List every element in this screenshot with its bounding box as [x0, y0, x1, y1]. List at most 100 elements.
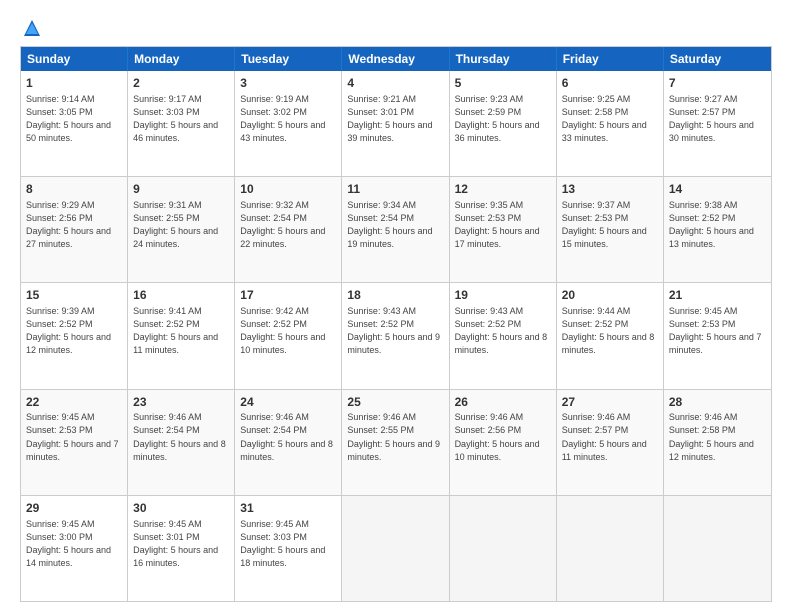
cell-info: Sunrise: 9:32 AM Sunset: 2:54 PM Dayligh… — [240, 199, 336, 251]
calendar-header: SundayMondayTuesdayWednesdayThursdayFrid… — [21, 47, 771, 71]
cell-info: Sunrise: 9:45 AM Sunset: 3:01 PM Dayligh… — [133, 518, 229, 570]
cell-info: Sunrise: 9:46 AM Sunset: 2:54 PM Dayligh… — [133, 411, 229, 463]
cell-info: Sunrise: 9:41 AM Sunset: 2:52 PM Dayligh… — [133, 305, 229, 357]
calendar-cell: 21Sunrise: 9:45 AM Sunset: 2:53 PM Dayli… — [664, 283, 771, 388]
day-number: 7 — [669, 75, 766, 92]
day-number: 12 — [455, 181, 551, 198]
day-number: 30 — [133, 500, 229, 517]
cell-info: Sunrise: 9:17 AM Sunset: 3:03 PM Dayligh… — [133, 93, 229, 145]
day-number: 26 — [455, 394, 551, 411]
day-number: 29 — [26, 500, 122, 517]
calendar-cell: 27Sunrise: 9:46 AM Sunset: 2:57 PM Dayli… — [557, 390, 664, 495]
calendar-cell: 22Sunrise: 9:45 AM Sunset: 2:53 PM Dayli… — [21, 390, 128, 495]
weekday-header-saturday: Saturday — [664, 47, 771, 71]
day-number: 6 — [562, 75, 658, 92]
day-number: 16 — [133, 287, 229, 304]
weekday-header-wednesday: Wednesday — [342, 47, 449, 71]
day-number: 4 — [347, 75, 443, 92]
day-number: 20 — [562, 287, 658, 304]
cell-info: Sunrise: 9:46 AM Sunset: 2:55 PM Dayligh… — [347, 411, 443, 463]
calendar-cell — [664, 496, 771, 601]
calendar-cell — [342, 496, 449, 601]
cell-info: Sunrise: 9:29 AM Sunset: 2:56 PM Dayligh… — [26, 199, 122, 251]
cell-info: Sunrise: 9:43 AM Sunset: 2:52 PM Dayligh… — [347, 305, 443, 357]
cell-info: Sunrise: 9:14 AM Sunset: 3:05 PM Dayligh… — [26, 93, 122, 145]
calendar-cell: 6Sunrise: 9:25 AM Sunset: 2:58 PM Daylig… — [557, 71, 664, 176]
cell-info: Sunrise: 9:46 AM Sunset: 2:58 PM Dayligh… — [669, 411, 766, 463]
day-number: 22 — [26, 394, 122, 411]
day-number: 25 — [347, 394, 443, 411]
cell-info: Sunrise: 9:43 AM Sunset: 2:52 PM Dayligh… — [455, 305, 551, 357]
day-number: 21 — [669, 287, 766, 304]
calendar-cell: 1Sunrise: 9:14 AM Sunset: 3:05 PM Daylig… — [21, 71, 128, 176]
cell-info: Sunrise: 9:34 AM Sunset: 2:54 PM Dayligh… — [347, 199, 443, 251]
cell-info: Sunrise: 9:27 AM Sunset: 2:57 PM Dayligh… — [669, 93, 766, 145]
day-number: 23 — [133, 394, 229, 411]
page: SundayMondayTuesdayWednesdayThursdayFrid… — [0, 0, 792, 612]
calendar-cell: 23Sunrise: 9:46 AM Sunset: 2:54 PM Dayli… — [128, 390, 235, 495]
calendar-row: 22Sunrise: 9:45 AM Sunset: 2:53 PM Dayli… — [21, 390, 771, 496]
calendar-cell: 26Sunrise: 9:46 AM Sunset: 2:56 PM Dayli… — [450, 390, 557, 495]
calendar-cell: 13Sunrise: 9:37 AM Sunset: 2:53 PM Dayli… — [557, 177, 664, 282]
cell-info: Sunrise: 9:44 AM Sunset: 2:52 PM Dayligh… — [562, 305, 658, 357]
cell-info: Sunrise: 9:39 AM Sunset: 2:52 PM Dayligh… — [26, 305, 122, 357]
cell-info: Sunrise: 9:46 AM Sunset: 2:54 PM Dayligh… — [240, 411, 336, 463]
cell-info: Sunrise: 9:35 AM Sunset: 2:53 PM Dayligh… — [455, 199, 551, 251]
cell-info: Sunrise: 9:23 AM Sunset: 2:59 PM Dayligh… — [455, 93, 551, 145]
day-number: 27 — [562, 394, 658, 411]
calendar-cell: 25Sunrise: 9:46 AM Sunset: 2:55 PM Dayli… — [342, 390, 449, 495]
calendar-cell: 2Sunrise: 9:17 AM Sunset: 3:03 PM Daylig… — [128, 71, 235, 176]
cell-info: Sunrise: 9:45 AM Sunset: 3:03 PM Dayligh… — [240, 518, 336, 570]
calendar-cell: 10Sunrise: 9:32 AM Sunset: 2:54 PM Dayli… — [235, 177, 342, 282]
calendar-body: 1Sunrise: 9:14 AM Sunset: 3:05 PM Daylig… — [21, 71, 771, 601]
calendar-cell: 7Sunrise: 9:27 AM Sunset: 2:57 PM Daylig… — [664, 71, 771, 176]
calendar-cell: 3Sunrise: 9:19 AM Sunset: 3:02 PM Daylig… — [235, 71, 342, 176]
calendar-row: 15Sunrise: 9:39 AM Sunset: 2:52 PM Dayli… — [21, 283, 771, 389]
calendar-cell: 31Sunrise: 9:45 AM Sunset: 3:03 PM Dayli… — [235, 496, 342, 601]
calendar-cell: 19Sunrise: 9:43 AM Sunset: 2:52 PM Dayli… — [450, 283, 557, 388]
day-number: 8 — [26, 181, 122, 198]
weekday-header-monday: Monday — [128, 47, 235, 71]
calendar-cell: 29Sunrise: 9:45 AM Sunset: 3:00 PM Dayli… — [21, 496, 128, 601]
weekday-header-friday: Friday — [557, 47, 664, 71]
calendar-cell: 17Sunrise: 9:42 AM Sunset: 2:52 PM Dayli… — [235, 283, 342, 388]
day-number: 31 — [240, 500, 336, 517]
cell-info: Sunrise: 9:45 AM Sunset: 2:53 PM Dayligh… — [669, 305, 766, 357]
day-number: 17 — [240, 287, 336, 304]
day-number: 11 — [347, 181, 443, 198]
cell-info: Sunrise: 9:31 AM Sunset: 2:55 PM Dayligh… — [133, 199, 229, 251]
calendar-cell: 14Sunrise: 9:38 AM Sunset: 2:52 PM Dayli… — [664, 177, 771, 282]
day-number: 5 — [455, 75, 551, 92]
cell-info: Sunrise: 9:19 AM Sunset: 3:02 PM Dayligh… — [240, 93, 336, 145]
cell-info: Sunrise: 9:37 AM Sunset: 2:53 PM Dayligh… — [562, 199, 658, 251]
day-number: 10 — [240, 181, 336, 198]
calendar-cell: 16Sunrise: 9:41 AM Sunset: 2:52 PM Dayli… — [128, 283, 235, 388]
calendar-cell: 20Sunrise: 9:44 AM Sunset: 2:52 PM Dayli… — [557, 283, 664, 388]
day-number: 28 — [669, 394, 766, 411]
day-number: 13 — [562, 181, 658, 198]
calendar-cell: 12Sunrise: 9:35 AM Sunset: 2:53 PM Dayli… — [450, 177, 557, 282]
day-number: 9 — [133, 181, 229, 198]
day-number: 14 — [669, 181, 766, 198]
cell-info: Sunrise: 9:38 AM Sunset: 2:52 PM Dayligh… — [669, 199, 766, 251]
cell-info: Sunrise: 9:42 AM Sunset: 2:52 PM Dayligh… — [240, 305, 336, 357]
day-number: 3 — [240, 75, 336, 92]
cell-info: Sunrise: 9:21 AM Sunset: 3:01 PM Dayligh… — [347, 93, 443, 145]
calendar-row: 1Sunrise: 9:14 AM Sunset: 3:05 PM Daylig… — [21, 71, 771, 177]
calendar-cell: 28Sunrise: 9:46 AM Sunset: 2:58 PM Dayli… — [664, 390, 771, 495]
calendar-cell: 4Sunrise: 9:21 AM Sunset: 3:01 PM Daylig… — [342, 71, 449, 176]
calendar-cell: 24Sunrise: 9:46 AM Sunset: 2:54 PM Dayli… — [235, 390, 342, 495]
calendar-cell: 9Sunrise: 9:31 AM Sunset: 2:55 PM Daylig… — [128, 177, 235, 282]
logo-icon — [22, 18, 42, 38]
calendar-cell: 30Sunrise: 9:45 AM Sunset: 3:01 PM Dayli… — [128, 496, 235, 601]
calendar-cell: 11Sunrise: 9:34 AM Sunset: 2:54 PM Dayli… — [342, 177, 449, 282]
cell-info: Sunrise: 9:25 AM Sunset: 2:58 PM Dayligh… — [562, 93, 658, 145]
calendar: SundayMondayTuesdayWednesdayThursdayFrid… — [20, 46, 772, 602]
calendar-cell: 18Sunrise: 9:43 AM Sunset: 2:52 PM Dayli… — [342, 283, 449, 388]
cell-info: Sunrise: 9:45 AM Sunset: 3:00 PM Dayligh… — [26, 518, 122, 570]
cell-info: Sunrise: 9:46 AM Sunset: 2:57 PM Dayligh… — [562, 411, 658, 463]
header — [20, 18, 772, 36]
day-number: 18 — [347, 287, 443, 304]
weekday-header-tuesday: Tuesday — [235, 47, 342, 71]
calendar-cell: 8Sunrise: 9:29 AM Sunset: 2:56 PM Daylig… — [21, 177, 128, 282]
